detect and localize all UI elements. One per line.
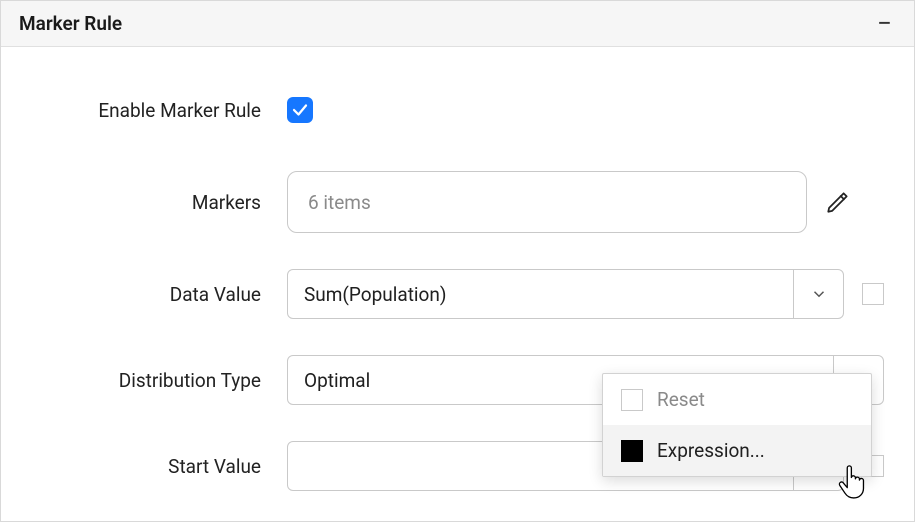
chevron-down-icon bbox=[810, 285, 828, 303]
marker-rule-panel: Marker Rule − Enable Marker Rule Markers… bbox=[0, 0, 915, 522]
enable-marker-rule-label: Enable Marker Rule bbox=[31, 99, 287, 122]
enable-marker-rule-checkbox[interactable] bbox=[287, 97, 313, 123]
context-menu: Reset Expression... bbox=[602, 373, 872, 477]
expression-swatch bbox=[621, 440, 643, 462]
reset-swatch bbox=[621, 389, 643, 411]
menu-item-reset-label: Reset bbox=[657, 388, 705, 411]
distribution-type-label: Distribution Type bbox=[31, 369, 287, 392]
data-value-selected: Sum(Population) bbox=[288, 270, 793, 318]
data-value-dropdown-toggle[interactable] bbox=[793, 270, 843, 318]
menu-item-reset[interactable]: Reset bbox=[603, 374, 871, 425]
data-value-aux-checkbox[interactable] bbox=[862, 283, 884, 305]
row-enable-marker-rule: Enable Marker Rule bbox=[31, 85, 884, 135]
data-value-select[interactable]: Sum(Population) bbox=[287, 269, 844, 319]
markers-input[interactable]: 6 items bbox=[287, 171, 807, 233]
markers-label: Markers bbox=[31, 191, 287, 214]
edit-markers-button[interactable] bbox=[825, 189, 851, 215]
checkmark-icon bbox=[291, 101, 309, 119]
panel-title: Marker Rule bbox=[19, 12, 122, 35]
row-markers: Markers 6 items bbox=[31, 171, 884, 233]
panel-header: Marker Rule − bbox=[1, 1, 914, 47]
start-value-label: Start Value bbox=[31, 455, 287, 478]
menu-item-expression[interactable]: Expression... bbox=[603, 425, 871, 476]
row-data-value: Data Value Sum(Population) bbox=[31, 269, 884, 319]
menu-item-expression-label: Expression... bbox=[657, 439, 765, 462]
markers-placeholder: 6 items bbox=[308, 191, 371, 214]
panel-body: Enable Marker Rule Markers 6 items bbox=[1, 47, 914, 521]
collapse-button[interactable]: − bbox=[873, 11, 896, 37]
pencil-icon bbox=[825, 189, 851, 215]
data-value-label: Data Value bbox=[31, 283, 287, 306]
